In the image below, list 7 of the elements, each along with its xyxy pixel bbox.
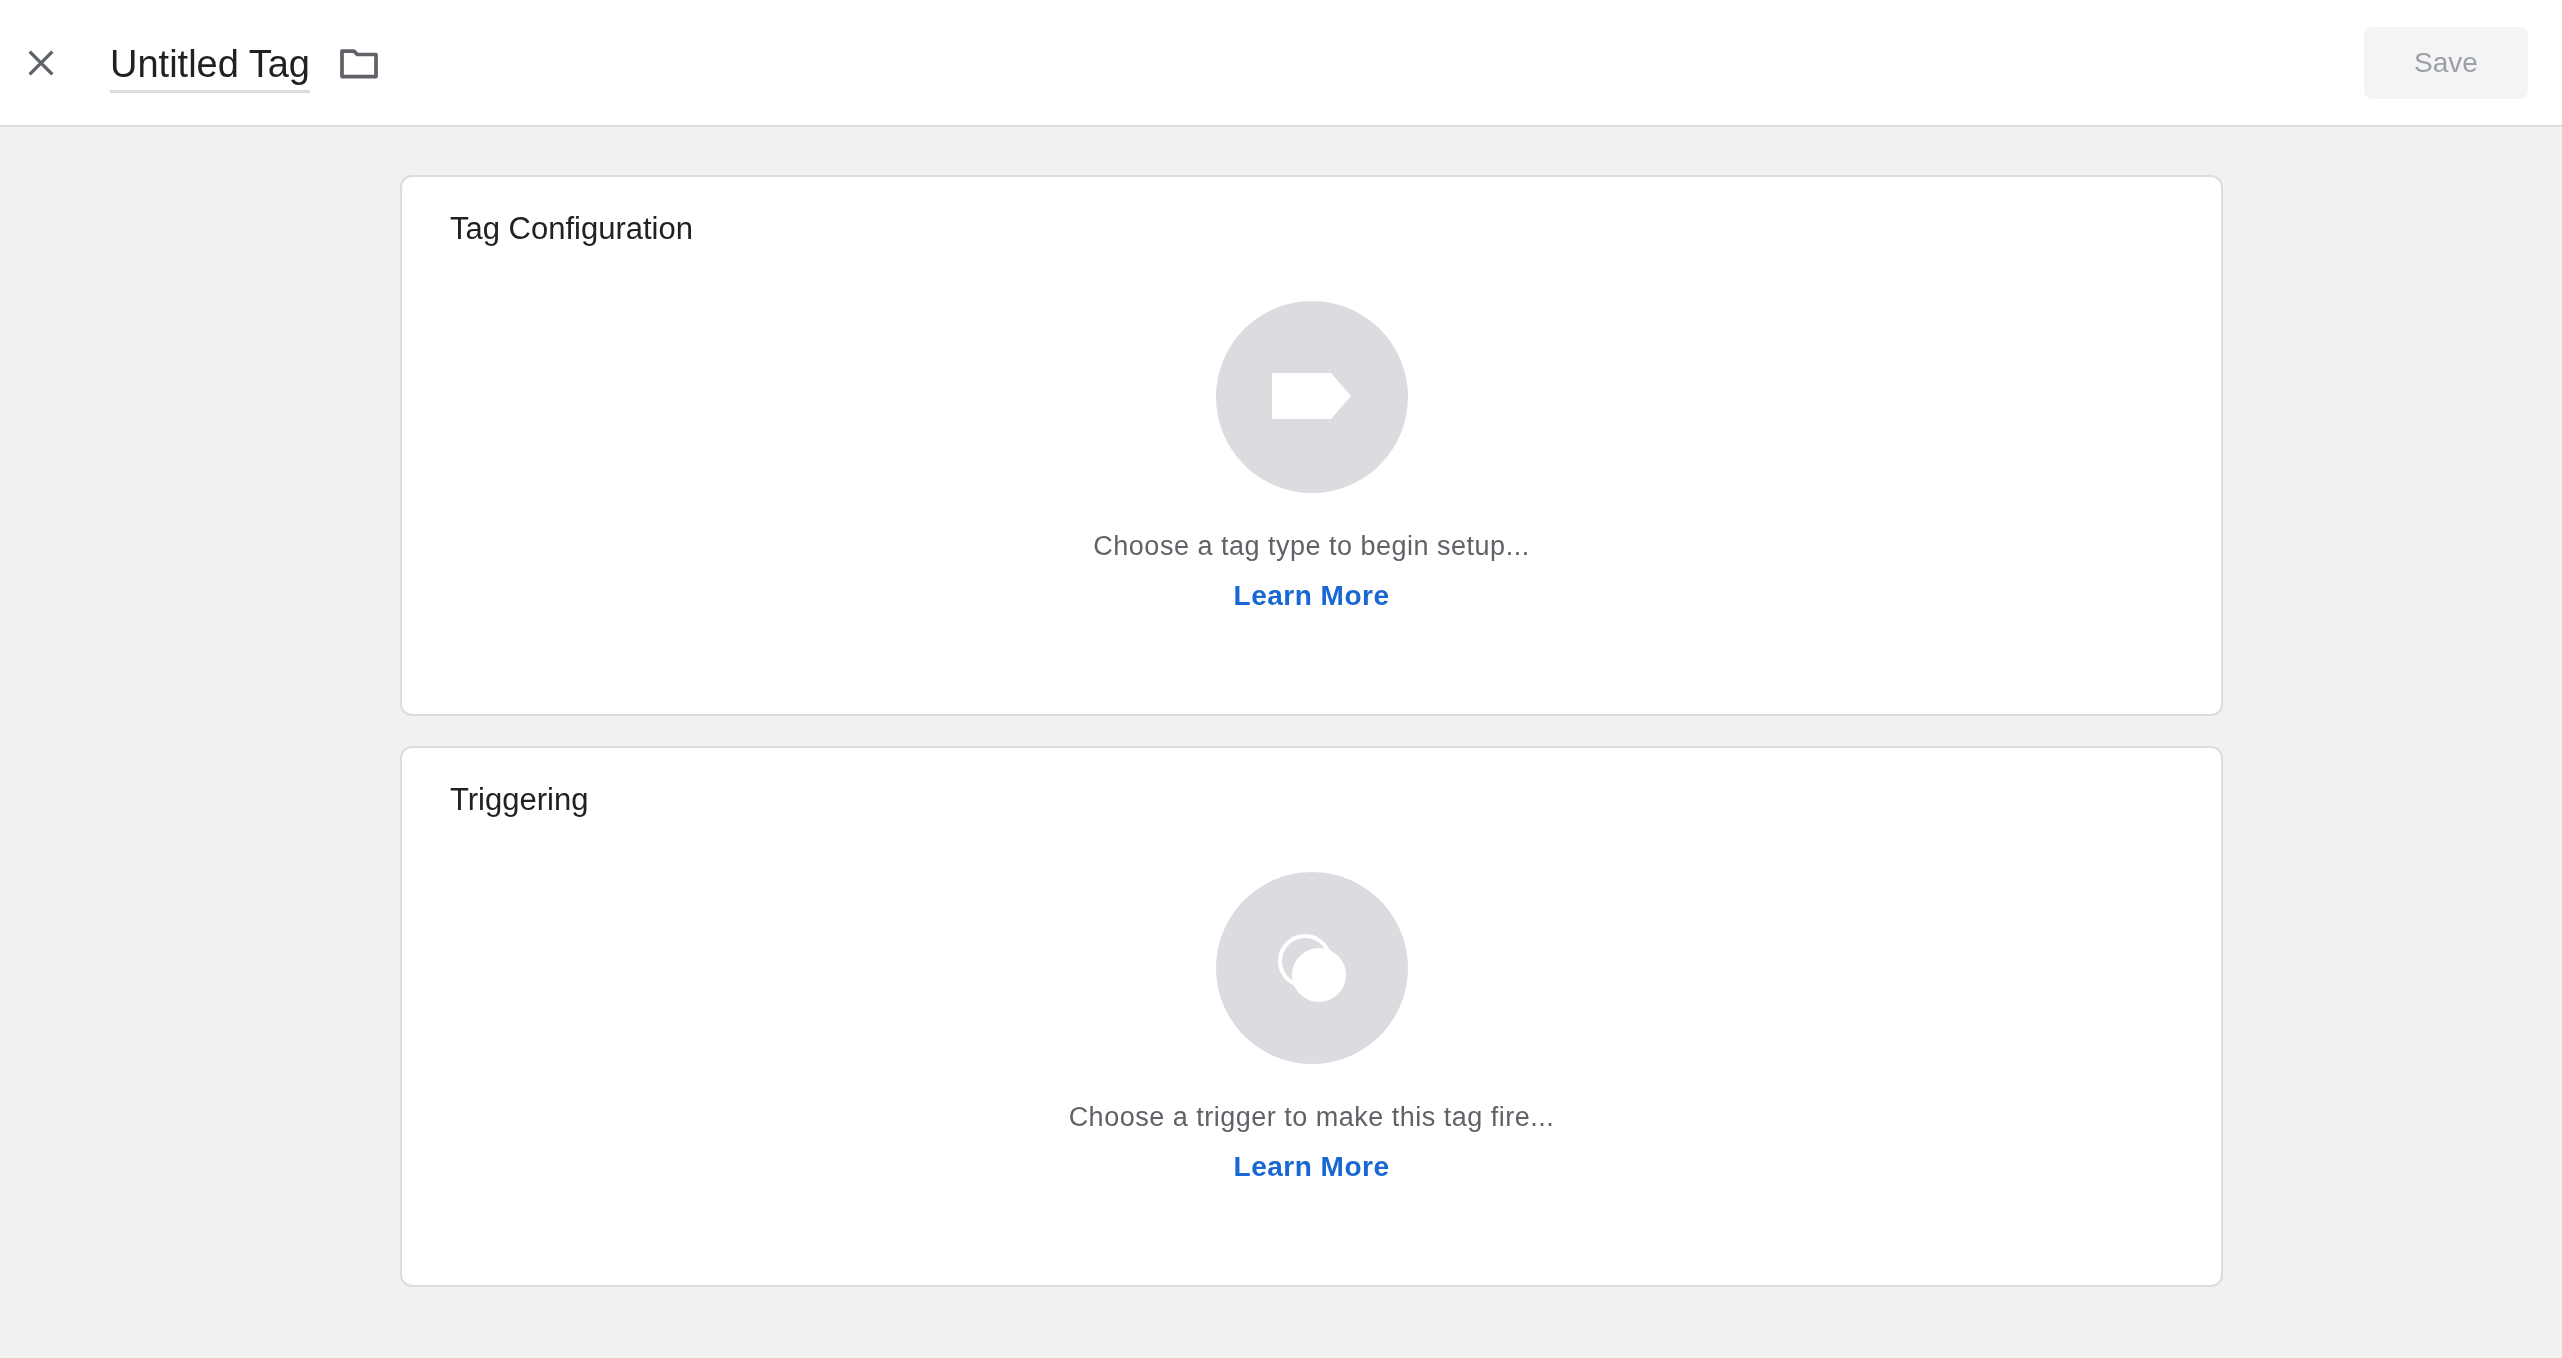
learn-more-link[interactable]: Learn More <box>1233 1151 1390 1183</box>
tag-name-field[interactable]: Untitled Tag <box>110 42 310 93</box>
hint-text: Choose a trigger to make this tag fire... <box>1068 1102 1555 1133</box>
hint-text: Choose a tag type to begin setup... <box>1093 531 1530 562</box>
card-title: Triggering <box>450 782 589 818</box>
card-title: Tag Configuration <box>450 211 693 247</box>
learn-more-link[interactable]: Learn More <box>1233 580 1390 612</box>
